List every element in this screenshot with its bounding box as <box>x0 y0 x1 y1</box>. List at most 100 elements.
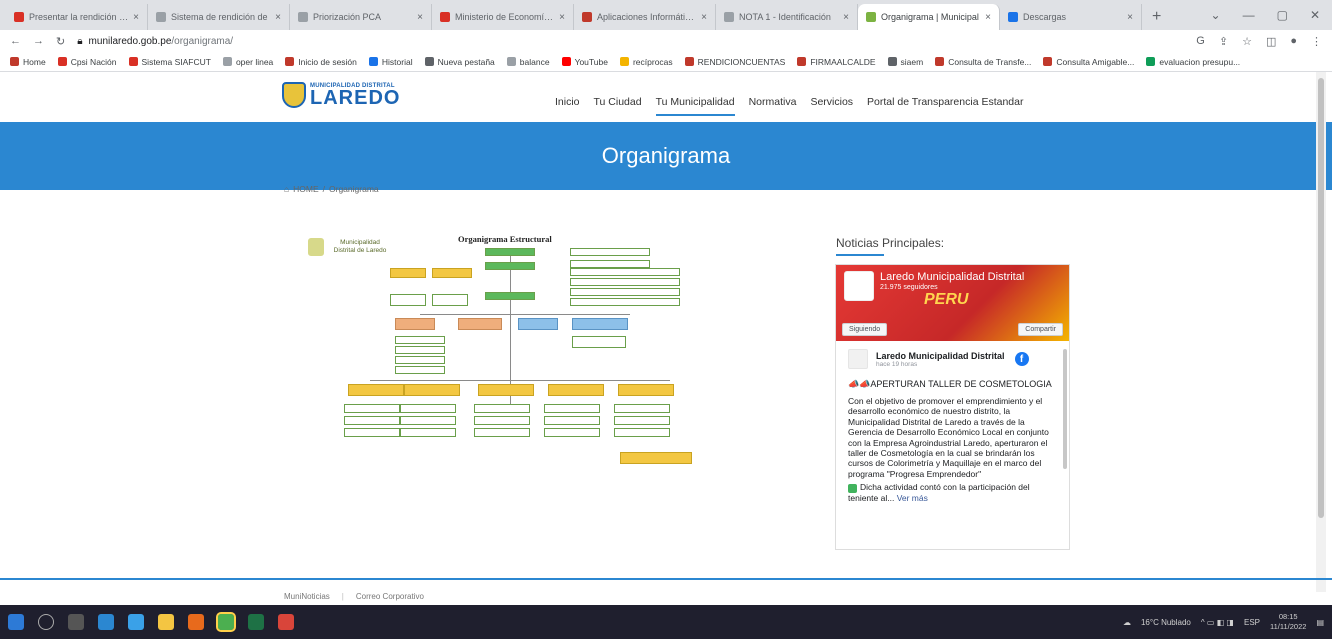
store-icon[interactable] <box>128 614 144 630</box>
url-host: munilaredo.gob.pe <box>88 35 172 47</box>
bookmark-favicon-icon <box>684 57 694 66</box>
page-scrollbar[interactable] <box>1316 72 1326 592</box>
share-icon[interactable]: ⇪ <box>1219 35 1228 48</box>
bookmark-item[interactable]: Consulta Amigable... <box>1043 57 1134 67</box>
fb-page-name[interactable]: Laredo Municipalidad Distrital <box>880 271 1024 283</box>
bookmark-item[interactable]: Home <box>10 57 46 67</box>
task-view-icon[interactable] <box>68 614 84 630</box>
reload-icon[interactable]: ↻ <box>56 35 65 48</box>
browser-tab[interactable]: Organigrama | Municipal × <box>858 4 1000 30</box>
bookmark-item[interactable]: Historial <box>368 57 413 67</box>
site-logo[interactable]: MUNICIPALIDAD DISTRITAL LAREDO <box>282 82 400 108</box>
org-unit-box <box>400 404 456 413</box>
tab-favicon-icon <box>582 12 592 22</box>
bookmark-item[interactable]: FIRMAALCALDE <box>797 57 876 67</box>
tab-close-icon[interactable]: × <box>701 12 707 23</box>
browser-tab[interactable]: Aplicaciones Informáticas × <box>574 4 716 30</box>
footer-link-correo[interactable]: Correo Corporativo <box>356 592 424 601</box>
tab-close-icon[interactable]: × <box>985 12 991 23</box>
tab-close-icon[interactable]: × <box>559 12 565 23</box>
language-indicator[interactable]: ESP <box>1244 618 1260 627</box>
translate-icon[interactable]: G <box>1196 35 1205 48</box>
page-avatar[interactable] <box>844 271 874 301</box>
file-explorer-icon[interactable] <box>158 614 174 630</box>
bookmark-item[interactable]: Nueva pestaña <box>424 57 495 67</box>
tab-close-icon[interactable]: × <box>133 12 139 23</box>
new-tab-button[interactable]: + <box>1142 8 1171 30</box>
maximize-icon[interactable]: ▢ <box>1277 8 1288 22</box>
bookmark-star-icon[interactable]: ☆ <box>1242 35 1252 48</box>
bookmark-label: evaluacion presupu... <box>1159 56 1241 67</box>
bookmark-item[interactable]: YouTube <box>561 57 608 67</box>
tray-icons[interactable]: ^ ▭ ◧ ◨ <box>1201 618 1234 627</box>
facebook-cover[interactable]: Laredo Municipalidad Distrital 21.975 se… <box>836 265 1069 341</box>
tab-close-icon[interactable]: × <box>843 12 849 23</box>
browser-tab[interactable]: Presentar la rendición de × <box>6 4 148 30</box>
org-unit-box <box>570 248 650 256</box>
clock[interactable]: 08:15 11/11/2022 <box>1270 612 1306 632</box>
bookmark-label: Sistema SIAFCUT <box>141 56 211 67</box>
tab-close-icon[interactable]: × <box>417 12 423 23</box>
post-author[interactable]: Laredo Municipalidad Distrital <box>876 351 1005 361</box>
profile-icon[interactable]: ● <box>1290 35 1297 48</box>
facebook-icon: f <box>1014 352 1029 366</box>
breadcrumb-home[interactable]: HOME <box>293 184 319 194</box>
browser-tab[interactable]: Ministerio de Economía y × <box>432 4 574 30</box>
org-connector-line <box>420 314 630 315</box>
firefox-icon[interactable] <box>188 614 204 630</box>
bookmark-favicon-icon <box>57 57 67 66</box>
widget-scrollbar[interactable] <box>1063 349 1067 469</box>
tab-label: Priorización PCA <box>313 12 382 22</box>
close-window-icon[interactable]: ✕ <box>1310 8 1320 22</box>
bookmark-item[interactable]: Inicio de sesión <box>285 57 357 67</box>
post-avatar[interactable] <box>848 349 868 369</box>
bookmark-item[interactable]: evaluacion presupu... <box>1146 57 1240 67</box>
menu-icon[interactable]: ⋮ <box>1311 35 1322 48</box>
post-time[interactable]: hace 19 horas <box>876 361 1005 368</box>
tab-close-icon[interactable]: × <box>1127 12 1133 23</box>
url-field[interactable]: 🔒︎ munilaredo.gob.pe/organigrama/ <box>77 36 233 47</box>
scrollbar-thumb[interactable] <box>1318 78 1324 518</box>
news-heading-underline <box>836 254 884 256</box>
footer-link-noticias[interactable]: MuniNoticias <box>284 592 330 601</box>
notifications-icon[interactable]: ▤ <box>1316 618 1324 627</box>
bookmark-item[interactable]: Cpsi Nación <box>57 57 117 67</box>
bookmark-item[interactable]: oper linea <box>222 57 273 67</box>
see-more-link[interactable]: Ver más <box>897 493 928 503</box>
back-icon[interactable]: ← <box>10 35 21 47</box>
pdf-reader-icon[interactable] <box>278 614 294 630</box>
bookmark-item[interactable]: siaem <box>887 57 923 67</box>
bookmark-item[interactable]: Consulta de Transfe... <box>935 57 1031 67</box>
minimize-icon[interactable]: — <box>1243 8 1255 22</box>
nav-item[interactable]: Tu Ciudad <box>594 96 642 116</box>
tab-close-icon[interactable]: × <box>275 12 281 23</box>
nav-item[interactable]: Inicio <box>555 96 580 116</box>
weather-text[interactable]: 16°C Nublado <box>1141 618 1191 627</box>
nav-item[interactable]: Portal de Transparencia Estandar <box>867 96 1023 116</box>
logo-title: LAREDO <box>310 87 401 109</box>
nav-item[interactable]: Normativa <box>749 96 797 116</box>
excel-icon[interactable] <box>248 614 264 630</box>
search-icon[interactable] <box>38 614 54 630</box>
sidebar-icon[interactable]: ◫ <box>1266 35 1276 48</box>
tab-favicon-icon <box>298 12 308 22</box>
share-button[interactable]: Compartir <box>1018 323 1063 336</box>
nav-item[interactable]: Servicios <box>810 96 853 116</box>
bookmark-item[interactable]: balance <box>506 57 550 67</box>
follow-button[interactable]: Siguiendo <box>842 323 888 336</box>
chrome-icon[interactable] <box>216 612 236 632</box>
browser-tab[interactable]: Sistema de rendición de × <box>148 4 290 30</box>
bookmark-item[interactable]: RENDICIONCUENTAS <box>684 57 785 67</box>
org-unit-box <box>344 416 400 425</box>
browser-tab[interactable]: NOTA 1 - Identificación × <box>716 4 858 30</box>
nav-item[interactable]: Tu Municipalidad <box>655 96 735 116</box>
tab-search-icon[interactable]: ⌄ <box>1211 8 1221 22</box>
edge-icon[interactable] <box>98 614 114 630</box>
browser-tab[interactable]: Priorización PCA × <box>290 4 432 30</box>
browser-tab[interactable]: Descargas × <box>1000 4 1142 30</box>
bookmark-item[interactable]: recíprocas <box>619 57 673 67</box>
windows-start-icon[interactable] <box>8 614 24 630</box>
bookmark-item[interactable]: Sistema SIAFCUT <box>128 56 211 67</box>
forward-icon[interactable]: → <box>33 35 44 47</box>
organigram-image: Municipalidad Distrital de Laredo Organi… <box>300 232 700 472</box>
